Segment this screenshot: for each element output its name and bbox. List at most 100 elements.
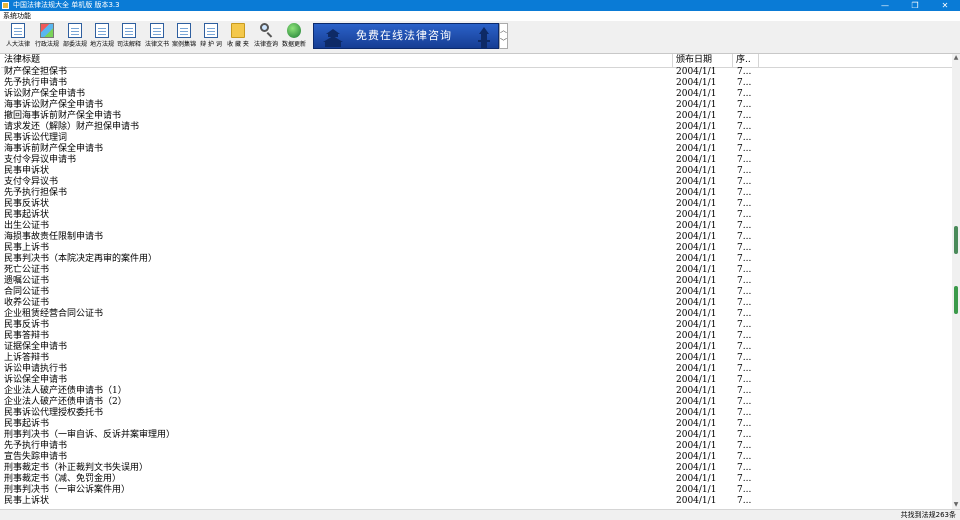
table-row[interactable]: 民事反诉书 2004/1/1 7... xyxy=(1,320,952,331)
cell-index: 7... xyxy=(737,243,752,253)
cell-date: 2004/1/1 xyxy=(676,353,717,363)
column-header-date[interactable]: 颁布日期 xyxy=(673,54,733,67)
cell-title: 企业法人破产还债申请书（1） xyxy=(4,386,127,396)
cell-title: 诉讼保全申请书 xyxy=(4,375,68,385)
table-row[interactable]: 死亡公证书 2004/1/1 7... xyxy=(1,265,952,276)
table-row[interactable]: 刑事裁定书（减、免罚金用） 2004/1/1 7... xyxy=(1,474,952,485)
cell-title: 宣告失踪申请书 xyxy=(4,452,68,462)
table-row[interactable]: 民事申诉状 2004/1/1 7... xyxy=(1,166,952,177)
maximize-button[interactable]: ❐ xyxy=(900,0,930,11)
spinner-up-button[interactable]: ︿ xyxy=(500,24,507,36)
menu-bar: 系统功能 xyxy=(0,11,960,21)
free-consultation-banner[interactable]: 免费在线法律咨询 xyxy=(313,23,499,49)
cell-date: 2004/1/1 xyxy=(676,364,717,374)
cell-title: 撤回海事诉前财产保全申请书 xyxy=(4,111,122,121)
tool-defense-statements[interactable]: 辩 护 词 xyxy=(197,23,225,51)
cell-title: 民事上诉状 xyxy=(4,496,50,506)
table-row[interactable]: 撤回海事诉前财产保全申请书 2004/1/1 7... xyxy=(1,111,952,122)
column-header-title[interactable]: 法律标题 xyxy=(1,54,673,67)
table-row[interactable]: 财产保全担保书 2004/1/1 7... xyxy=(1,67,952,78)
tool-local-regulations[interactable]: 地方法规 xyxy=(88,23,116,51)
cell-index: 7... xyxy=(737,254,752,264)
tool-ministry-regulations[interactable]: 部委法规 xyxy=(61,23,89,51)
table-row[interactable]: 民事判决书（本院决定再审的案件用） 2004/1/1 7... xyxy=(1,254,952,265)
tool-admin-regulations[interactable]: 行政法规 xyxy=(33,23,61,51)
table-row[interactable]: 民事起诉书 2004/1/1 7... xyxy=(1,419,952,430)
column-header-index[interactable]: 序.. xyxy=(733,54,759,67)
table-row[interactable]: 宣告失踪申请书 2004/1/1 7... xyxy=(1,452,952,463)
tool-npc-laws[interactable]: 人大法律 xyxy=(4,23,32,51)
table-row[interactable]: 民事起诉状 2004/1/1 7... xyxy=(1,210,952,221)
cell-index: 7... xyxy=(737,177,752,187)
table-row[interactable]: 支付令异议书 2004/1/1 7... xyxy=(1,177,952,188)
tool-favorites[interactable]: 收 藏 夹 xyxy=(224,23,252,51)
table-row[interactable]: 民事上诉书 2004/1/1 7... xyxy=(1,243,952,254)
cell-date: 2004/1/1 xyxy=(676,254,717,264)
tool-data-update[interactable]: 数据更新 xyxy=(280,23,308,51)
table-row[interactable]: 民事反诉状 2004/1/1 7... xyxy=(1,199,952,210)
cell-index: 7... xyxy=(737,67,752,77)
table-row[interactable]: 先予执行申请书 2004/1/1 7... xyxy=(1,78,952,89)
cell-title: 合同公证书 xyxy=(4,287,50,297)
table-row[interactable]: 民事上诉状 2004/1/1 7... xyxy=(1,496,952,507)
table-row[interactable]: 企业租赁经营合同公证书 2004/1/1 7... xyxy=(1,309,952,320)
table-row[interactable]: 海事诉前财产保全申请书 2004/1/1 7... xyxy=(1,144,952,155)
cell-title: 上诉答辩书 xyxy=(4,353,50,363)
table-row[interactable]: 企业法人破产还债申请书（2） 2004/1/1 7... xyxy=(1,397,952,408)
table-row[interactable]: 民事诉讼代理词 2004/1/1 7... xyxy=(1,133,952,144)
document-pen-icon xyxy=(204,23,218,38)
cell-date: 2004/1/1 xyxy=(676,199,717,209)
tool-legal-documents[interactable]: 法律文书 xyxy=(143,23,171,51)
table-row[interactable]: 诉讼申请执行书 2004/1/1 7... xyxy=(1,364,952,375)
table-row[interactable]: 收养公证书 2004/1/1 7... xyxy=(1,298,952,309)
cell-date: 2004/1/1 xyxy=(676,342,717,352)
cell-date: 2004/1/1 xyxy=(676,452,717,462)
cell-index: 7... xyxy=(737,166,752,176)
table-row[interactable]: 请求发还（解除）财产担保申请书 2004/1/1 7... xyxy=(1,122,952,133)
cell-index: 7... xyxy=(737,100,752,110)
status-bar: 共找到法规263条 xyxy=(0,509,960,520)
cell-index: 7... xyxy=(737,463,752,473)
table-row[interactable]: 诉讼财产保全申请书 2004/1/1 7... xyxy=(1,89,952,100)
table-row[interactable]: 民事诉讼代理授权委托书 2004/1/1 7... xyxy=(1,408,952,419)
cell-title: 刑事裁定书（减、免罚金用） xyxy=(4,474,122,484)
cell-title: 请求发还（解除）财产担保申请书 xyxy=(4,122,140,132)
scroll-down-icon[interactable]: ▼ xyxy=(952,501,960,509)
tool-law-search[interactable]: 法律查询 xyxy=(252,23,280,51)
cell-index: 7... xyxy=(737,188,752,198)
table-row[interactable]: 合同公证书 2004/1/1 7... xyxy=(1,287,952,298)
table-row[interactable]: 海事诉讼财产保全申请书 2004/1/1 7... xyxy=(1,100,952,111)
vertical-scrollbar[interactable]: ▲ ▼ xyxy=(952,54,960,509)
menu-system-functions[interactable]: 系统功能 xyxy=(3,11,31,21)
table-row[interactable]: 先予执行担保书 2004/1/1 7... xyxy=(1,188,952,199)
tool-case-collection[interactable]: 案例集锦 xyxy=(170,23,198,51)
cell-index: 7... xyxy=(737,199,752,209)
cell-index: 7... xyxy=(737,122,752,132)
minimize-button[interactable]: — xyxy=(870,0,900,11)
scrollbar-thumb[interactable] xyxy=(954,226,958,254)
table-row[interactable]: 刑事判决书（一审自诉、反诉并案审理用） 2004/1/1 7... xyxy=(1,430,952,441)
cell-index: 7... xyxy=(737,441,752,451)
table-row[interactable]: 民事答辩书 2004/1/1 7... xyxy=(1,331,952,342)
table-row[interactable]: 证据保全申请书 2004/1/1 7... xyxy=(1,342,952,353)
close-button[interactable]: ✕ xyxy=(930,0,960,11)
table-row[interactable]: 上诉答辩书 2004/1/1 7... xyxy=(1,353,952,364)
table-row[interactable]: 刑事判决书（一审公诉案件用） 2004/1/1 7... xyxy=(1,485,952,496)
table-row[interactable]: 企业法人破产还债申请书（1） 2004/1/1 7... xyxy=(1,386,952,397)
scroll-up-icon[interactable]: ▲ xyxy=(952,54,960,62)
cell-title: 支付令异议申请书 xyxy=(4,155,77,165)
cell-date: 2004/1/1 xyxy=(676,232,717,242)
table-row[interactable]: 诉讼保全申请书 2004/1/1 7... xyxy=(1,375,952,386)
cell-title: 民事申诉状 xyxy=(4,166,50,176)
cell-index: 7... xyxy=(737,474,752,484)
cell-date: 2004/1/1 xyxy=(676,408,717,418)
table-row[interactable]: 遗嘱公证书 2004/1/1 7... xyxy=(1,276,952,287)
table-row[interactable]: 出生公证书 2004/1/1 7... xyxy=(1,221,952,232)
table-row[interactable]: 先予执行申请书 2004/1/1 7... xyxy=(1,441,952,452)
spinner-down-button[interactable]: ﹀ xyxy=(500,36,507,48)
table-row[interactable]: 支付令异议申请书 2004/1/1 7... xyxy=(1,155,952,166)
tool-judicial-interpretations[interactable]: 司法解释 xyxy=(115,23,143,51)
law-list: 法律标题 颁布日期 序.. 财产保全担保书 2004/1/1 7... 先予执行申请书… xyxy=(1,54,952,509)
table-row[interactable]: 刑事裁定书（补正裁判文书失误用） 2004/1/1 7... xyxy=(1,463,952,474)
table-row[interactable]: 海损事故责任限制申请书 2004/1/1 7... xyxy=(1,232,952,243)
